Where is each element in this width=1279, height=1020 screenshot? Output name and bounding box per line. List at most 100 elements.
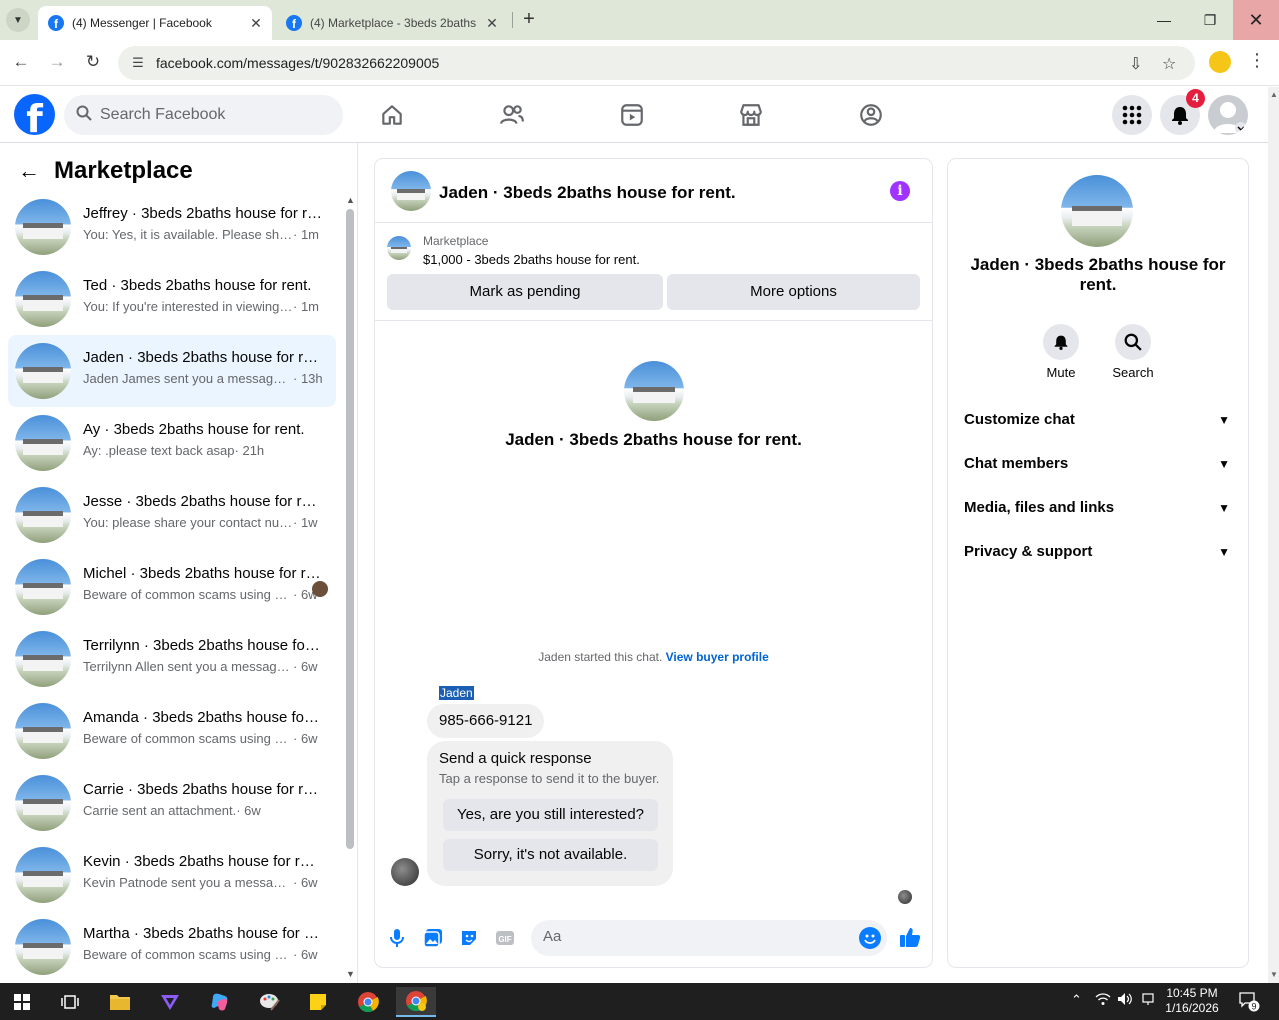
conversation-item[interactable]: Amanda · 3beds 2baths house for rent. Bew… <box>8 695 336 767</box>
facebook-search[interactable] <box>64 95 343 135</box>
forward-arrow-icon[interactable]: → <box>45 50 69 74</box>
video-icon[interactable] <box>618 101 646 129</box>
more-options-button[interactable]: More options <box>667 274 920 310</box>
media-files-links-section[interactable]: Media, files and links ▼ <box>964 488 1234 528</box>
task-view-icon[interactable] <box>50 987 90 1017</box>
snippet-text: Beware of common scams using payment app… <box>83 947 293 962</box>
message-input[interactable] <box>543 928 843 945</box>
copilot-icon[interactable] <box>200 987 240 1017</box>
quick-response-option[interactable]: Yes, are you still interested? <box>443 799 658 831</box>
friends-icon[interactable] <box>498 101 526 129</box>
bookmark-star-icon[interactable]: ☆ <box>1162 54 1176 74</box>
back-arrow-icon[interactable]: ← <box>9 50 33 74</box>
clock-date: 1/16/2026 <box>1165 1001 1219 1015</box>
page-scroll-up-icon[interactable]: ▲ <box>1270 90 1278 99</box>
chrome-active-icon[interactable] <box>396 987 436 1017</box>
reload-icon[interactable]: ↻ <box>81 50 105 74</box>
back-arrow-icon[interactable]: ← <box>18 158 40 184</box>
wifi-icon[interactable] <box>1095 992 1111 1009</box>
conversation-item[interactable]: Jaden · 3beds 2baths house for rent. Jade… <box>8 335 336 407</box>
message-bubble[interactable]: 985-666-9121 <box>427 704 545 738</box>
extension-icon[interactable] <box>1209 51 1231 73</box>
install-app-icon[interactable]: ⇩ <box>1129 54 1142 74</box>
conversation-name: Terrilynn · 3beds 2baths house for rent. <box>83 637 323 654</box>
view-buyer-profile-link[interactable]: View buyer profile <box>666 650 769 664</box>
emoji-icon[interactable] <box>859 927 881 949</box>
scroll-down-arrow-icon[interactable]: ▼ <box>346 969 355 979</box>
search-in-chat-button[interactable]: Search <box>1103 324 1163 380</box>
section-label: Privacy & support <box>964 543 1093 560</box>
address-bar[interactable]: ☰ facebook.com/messages/t/90283266220900… <box>118 46 1195 80</box>
paint-icon[interactable] <box>250 987 290 1017</box>
conversation-item[interactable]: Kevin · 3beds 2baths house for rent. Kevi… <box>8 839 336 911</box>
tab-marketplace[interactable]: f (4) Marketplace - 3beds 2baths ✕ <box>276 6 508 40</box>
mute-button[interactable]: Mute <box>1031 324 1091 380</box>
mark-as-pending-button[interactable]: Mark as pending <box>387 274 663 310</box>
tab-messenger[interactable]: f (4) Messenger | Facebook ✕ <box>38 6 272 40</box>
listing-thumbnail-small <box>387 236 411 260</box>
conversation-item[interactable]: Ay · 3beds 2baths house for rent. Ay: .pl… <box>8 407 336 479</box>
account-avatar[interactable] <box>1208 95 1248 135</box>
sticky-notes-icon[interactable] <box>298 987 338 1017</box>
listing-thumbnail <box>15 415 71 471</box>
facebook-logo-icon[interactable]: f <box>14 94 55 135</box>
url-text: facebook.com/messages/t/902832662209005 <box>156 55 440 71</box>
restore-button[interactable]: ❐ <box>1187 0 1233 40</box>
thumbs-up-icon[interactable] <box>899 926 921 948</box>
chat-title[interactable]: Jaden · 3beds 2baths house for rent. <box>439 183 736 203</box>
page-scrollbar[interactable] <box>1268 87 1279 983</box>
microphone-icon[interactable] <box>387 928 407 948</box>
privacy-support-section[interactable]: Privacy & support ▼ <box>964 532 1234 572</box>
minimize-button[interactable]: — <box>1141 0 1187 40</box>
network-icon[interactable] <box>1141 992 1155 1009</box>
conversation-item[interactable]: Michel · 3beds 2baths house for rent. Bew… <box>8 551 336 623</box>
chrome-icon[interactable] <box>348 987 388 1017</box>
conversation-item[interactable]: Jeffrey · 3beds 2baths house for rent. Yo… <box>8 191 336 263</box>
customize-chat-section[interactable]: Customize chat ▼ <box>964 400 1234 440</box>
sticker-icon[interactable] <box>459 928 479 948</box>
chat-members-section[interactable]: Chat members ▼ <box>964 444 1234 484</box>
listing-thumbnail[interactable] <box>391 171 431 211</box>
browser-menu-icon[interactable]: ⋮ <box>1248 50 1266 71</box>
home-icon[interactable] <box>378 101 406 129</box>
info-icon[interactable]: i <box>890 181 910 201</box>
action-center-icon[interactable]: 9 <box>1238 990 1260 1015</box>
tray-chevron-up-icon[interactable]: ⌃ <box>1071 992 1082 1008</box>
conversation-item[interactable]: Martha · 3beds 2baths house for rent. Bew… <box>8 911 336 983</box>
menu-grid-icon[interactable] <box>1112 95 1152 135</box>
tab-close-icon[interactable]: ✕ <box>246 15 266 32</box>
volume-icon[interactable] <box>1117 992 1133 1009</box>
page-scroll-down-icon[interactable]: ▼ <box>1270 970 1278 979</box>
system-clock[interactable]: 10:45 PM 1/16/2026 <box>1162 986 1222 1016</box>
conversation-item[interactable]: Terrilynn · 3beds 2baths house for rent.… <box>8 623 336 695</box>
sidebar-scrollbar[interactable] <box>346 209 354 849</box>
new-tab-button[interactable]: + <box>518 8 540 32</box>
search-input[interactable] <box>100 106 320 124</box>
photo-icon[interactable] <box>423 928 443 948</box>
site-settings-icon[interactable]: ☰ <box>130 55 146 71</box>
listing-thumbnail <box>15 487 71 543</box>
gaming-icon[interactable] <box>857 101 885 129</box>
conversation-item[interactable]: Jesse · 3beds 2baths house for rent. You:… <box>8 479 336 551</box>
window-close-button[interactable]: ✕ <box>1233 0 1279 40</box>
file-explorer-icon[interactable] <box>100 987 140 1017</box>
scroll-up-arrow-icon[interactable]: ▲ <box>346 195 355 205</box>
message-input-box[interactable] <box>531 920 887 956</box>
proton-vpn-icon[interactable] <box>150 987 190 1017</box>
gif-icon[interactable]: GIF <box>495 928 515 948</box>
conversation-snippet: Kevin Patnode sent you a message about ·… <box>83 875 323 890</box>
conversation-snippet: You: If you're interested in viewing the… <box>83 299 323 314</box>
buyer-avatar[interactable] <box>391 858 419 886</box>
conversation-item[interactable]: Carrie · 3beds 2baths house for rent. Car… <box>8 767 336 839</box>
windows-start-icon[interactable] <box>2 987 42 1017</box>
marketplace-icon[interactable] <box>737 101 765 129</box>
facebook-favicon-icon: f <box>286 15 302 31</box>
tab-search-dropdown[interactable]: ▼ <box>6 8 30 32</box>
quick-response-option[interactable]: Sorry, it's not available. <box>443 839 658 871</box>
tab-close-icon[interactable]: ✕ <box>482 15 502 32</box>
listing-price[interactable]: $1,000 - 3beds 2baths house for rent. <box>423 252 640 267</box>
snippet-text: Ay: .please text back asap <box>83 443 235 458</box>
search-icon <box>76 105 92 126</box>
conversation-item[interactable]: Ted · 3beds 2baths house for rent. You: I… <box>8 263 336 335</box>
seen-avatar <box>312 581 328 597</box>
